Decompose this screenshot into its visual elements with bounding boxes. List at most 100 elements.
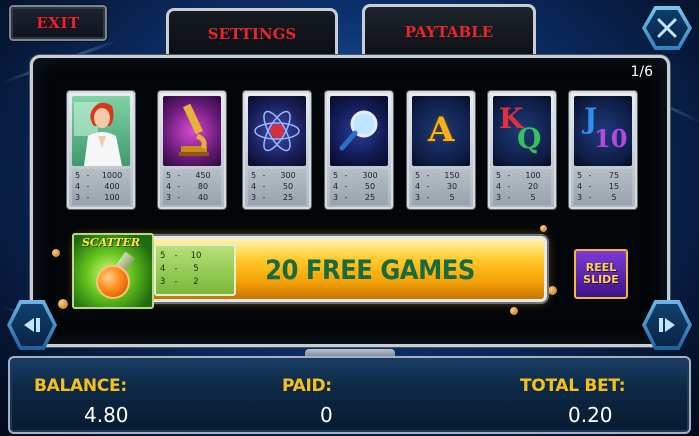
- pay-count: 4: [577, 182, 583, 191]
- pay-count: 4: [415, 182, 421, 191]
- queen-glyph: Q: [517, 122, 542, 155]
- pay-count: 5: [251, 171, 257, 180]
- symbol-pays: 5-300 4-50 3-25: [248, 169, 306, 205]
- decorative-bubble: [58, 299, 68, 309]
- close-button-inner: [646, 10, 688, 46]
- pay-count: 4: [160, 264, 166, 274]
- pay-count: 3: [496, 193, 502, 202]
- symbol-card-jack-ten: J 10 5-75 4-15 3-5: [569, 91, 637, 209]
- reel-slide-badge: REEL SLIDE: [574, 249, 628, 299]
- atom-icon: [248, 96, 306, 166]
- ten-glyph: 10: [594, 124, 628, 153]
- pay-count: 5: [333, 171, 339, 180]
- symbol-card-king-queen: K Q 5-100 4-20 3-5: [488, 91, 556, 209]
- pay-value: 15: [608, 182, 620, 191]
- magnifying-glass-icon: [330, 96, 388, 166]
- pay-value: 20: [527, 182, 539, 191]
- pay-count: 5: [75, 171, 81, 180]
- scatter-label: SCATTER: [82, 236, 141, 249]
- free-games-label: 20 FREE GAMES: [265, 254, 475, 286]
- pay-value: 25: [364, 193, 376, 202]
- symbol-card-microscope: 5-450 4-80 3-40: [158, 91, 226, 209]
- symbol-pays: 5-100 4-20 3-5: [493, 169, 551, 205]
- flask-icon: [96, 265, 130, 299]
- pay-value: 80: [197, 182, 209, 191]
- ace-glyph: A: [428, 110, 455, 150]
- tab-settings-label: SETTINGS: [207, 24, 297, 43]
- symbol-card-ace: A 5-150 4-30 3-5: [407, 91, 475, 209]
- scatter-pays: 5-10 4-5 3-2: [154, 244, 236, 296]
- pay-value: 5: [193, 264, 199, 274]
- pay-value: 450: [195, 171, 211, 180]
- close-icon: [657, 18, 677, 38]
- pay-value: 100: [104, 193, 120, 202]
- pay-count: 3: [251, 193, 257, 202]
- king-queen-icon: K Q: [493, 96, 551, 166]
- symbol-card-magnifier: 5-300 4-50 3-25: [325, 91, 393, 209]
- pay-count: 4: [496, 182, 502, 191]
- pay-value: 300: [280, 171, 296, 180]
- pay-value: 400: [104, 182, 120, 191]
- balance-label: BALANCE:: [34, 376, 127, 396]
- decorative-bubble: [510, 307, 518, 315]
- pay-count: 5: [166, 171, 172, 180]
- exit-button[interactable]: EXIT: [9, 5, 107, 41]
- pay-count: 4: [251, 182, 257, 191]
- pay-count: 5: [496, 171, 502, 180]
- exit-label: EXIT: [36, 14, 80, 32]
- decorative-bubble: [540, 225, 547, 232]
- previous-page-button-inner: [11, 304, 53, 346]
- pay-value: 25: [282, 193, 294, 202]
- microscope-icon: [163, 96, 221, 166]
- scientist-icon: [72, 96, 130, 166]
- pay-value: 1000: [101, 171, 123, 180]
- tab-settings[interactable]: SETTINGS: [166, 8, 338, 56]
- pay-count: 4: [333, 182, 339, 191]
- pay-value: 10: [190, 251, 202, 261]
- symbol-pays: 5-300 4-50 3-25: [330, 169, 388, 205]
- total-bet-value: 0.20: [568, 403, 613, 427]
- paid-value: 0: [320, 403, 333, 427]
- pay-count: 3: [577, 193, 583, 202]
- pay-value: 5: [611, 193, 617, 202]
- arrow-left-icon: [24, 318, 40, 332]
- decorative-bubble: [52, 249, 60, 257]
- pay-value: 2: [193, 277, 199, 287]
- pay-value: 100: [525, 171, 541, 180]
- page-indicator: 1/6: [630, 64, 653, 80]
- tab-paytable-label: PAYTABLE: [404, 22, 494, 41]
- pay-count: 3: [166, 193, 172, 202]
- paid-label: PAID:: [282, 376, 332, 396]
- pay-value: 300: [362, 171, 378, 180]
- pay-value: 150: [444, 171, 460, 180]
- pay-value: 5: [530, 193, 536, 202]
- reel-slide-line2: SLIDE: [583, 273, 619, 286]
- symbol-card-scientist: 5-1000 4-400 3-100: [67, 91, 135, 209]
- pay-count: 5: [415, 171, 421, 180]
- pay-count: 4: [75, 182, 81, 191]
- pay-value: 40: [197, 193, 209, 202]
- next-page-button-inner: [646, 304, 688, 346]
- tab-paytable[interactable]: PAYTABLE: [362, 4, 536, 56]
- total-bet-label: TOTAL BET:: [520, 376, 626, 396]
- pay-count: 5: [160, 251, 166, 261]
- balance-value: 4.80: [84, 403, 129, 427]
- symbol-pays: 5-1000 4-400 3-100: [72, 169, 130, 205]
- symbol-pays: 5-75 4-15 3-5: [574, 169, 632, 205]
- pay-count: 3: [415, 193, 421, 202]
- symbol-card-atom: 5-300 4-50 3-25: [243, 91, 311, 209]
- arrow-right-icon: [659, 318, 675, 332]
- close-button[interactable]: [642, 6, 692, 50]
- pay-count: 3: [75, 193, 81, 202]
- pay-value: 50: [364, 182, 376, 191]
- pay-count: 3: [333, 193, 339, 202]
- symbol-pays: 5-450 4-80 3-40: [163, 169, 221, 205]
- jack-ten-icon: J 10: [574, 96, 632, 166]
- pay-value: 5: [449, 193, 455, 202]
- scatter-symbol-card: SCATTER: [72, 233, 154, 309]
- ace-icon: A: [412, 96, 470, 166]
- pay-count: 4: [166, 182, 172, 191]
- pay-value: 50: [282, 182, 294, 191]
- pay-value: 75: [608, 171, 620, 180]
- pay-count: 5: [577, 171, 583, 180]
